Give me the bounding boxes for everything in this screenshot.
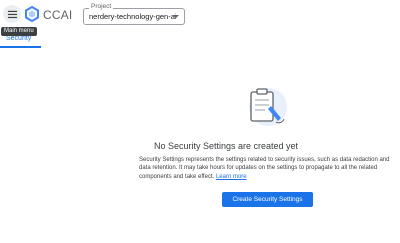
main-menu-button[interactable] [3,5,21,23]
main-menu-tooltip: Main menu [1,27,37,36]
app-title: CCAI [43,8,73,22]
empty-state-description: Security Settings represents the setting… [139,156,391,181]
chevron-down-icon [173,15,179,18]
ccai-logo-icon [25,6,39,22]
tab-security[interactable]: Security [0,35,41,48]
project-value: nerdery-technology-gen-ai [89,12,177,21]
project-select[interactable]: Project nerdery-technology-gen-ai [83,3,185,25]
empty-state-description-text: Security Settings represents the setting… [139,157,390,180]
top-app-bar: CCAI Project nerdery-technology-gen-ai [0,0,400,30]
empty-state-title: No Security Settings are created yet [153,141,299,151]
tab-security-label: Security [6,35,32,42]
menu-icon [7,10,17,18]
project-label: Project [89,3,114,11]
clipboard-icon [249,88,287,126]
create-security-settings-button[interactable]: Create Security Settings [222,192,313,207]
tab-active-indicator [0,46,41,48]
learn-more-link[interactable]: Learn more [216,174,247,180]
